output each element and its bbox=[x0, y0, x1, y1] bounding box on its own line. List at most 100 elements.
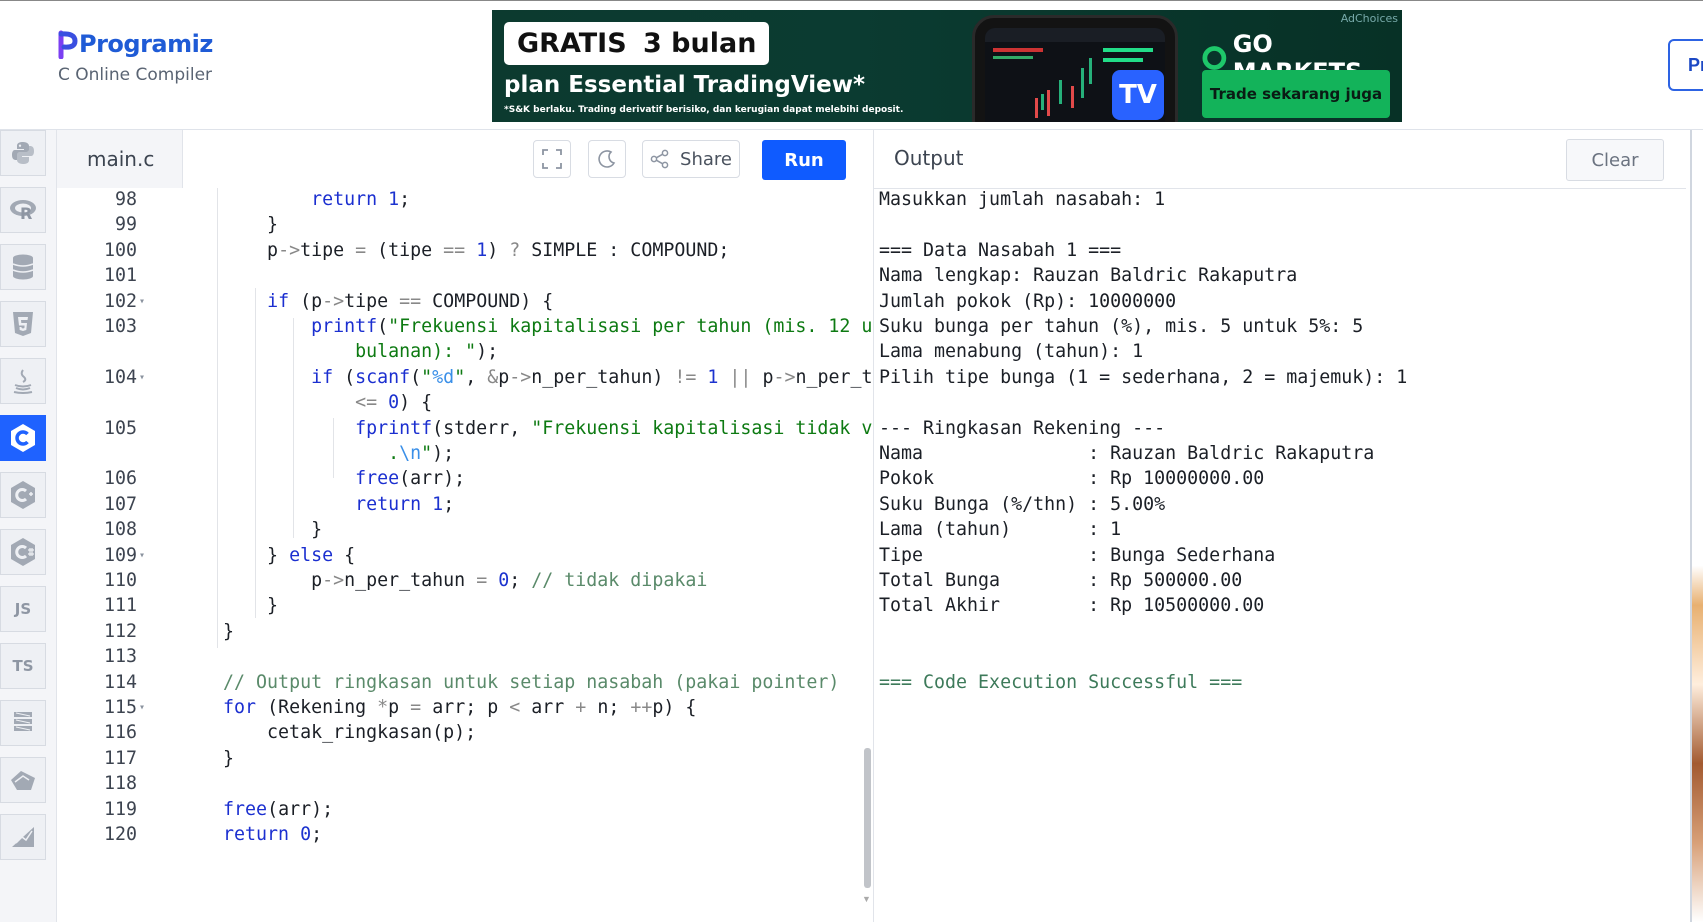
line-number: 109 bbox=[103, 544, 137, 566]
header-edge-button[interactable]: Pr bbox=[1668, 39, 1703, 91]
file-tab[interactable]: main.c bbox=[57, 130, 183, 188]
cpp-icon bbox=[11, 481, 35, 509]
code-line[interactable]: bulanan): "); bbox=[57, 338, 857, 366]
code-line[interactable]: .\n"); bbox=[57, 440, 857, 468]
fold-toggle-icon[interactable]: ▾ bbox=[139, 542, 145, 570]
code-line[interactable]: 110 p->n_per_tahun = 0; // tidak dipakai bbox=[57, 567, 857, 595]
ad-cta-button[interactable]: Trade sekarang juga bbox=[1202, 70, 1390, 118]
sidebar-item-swift[interactable] bbox=[0, 757, 46, 803]
output-line: Pilih tipe bunga (1 = sederhana, 2 = maj… bbox=[879, 366, 1408, 388]
code-line[interactable]: 114 // Output ringkasan untuk setiap nas… bbox=[57, 669, 857, 697]
output-line: === Code Execution Successful === bbox=[879, 671, 1243, 693]
ts-icon: TS bbox=[12, 657, 34, 675]
code-text: if (scanf("%d", &p->n_per_tahun) != 1 ||… bbox=[311, 366, 873, 388]
code-line[interactable]: <= 0) { bbox=[57, 389, 857, 417]
line-number: 104 bbox=[103, 366, 137, 388]
logo-mark-icon bbox=[58, 29, 78, 60]
line-number: 103 bbox=[103, 316, 137, 337]
fullscreen-button[interactable] bbox=[533, 140, 571, 178]
code-text: } bbox=[179, 214, 279, 236]
share-icon bbox=[650, 149, 669, 169]
output-line: === Data Nasabah 1 === bbox=[879, 239, 1122, 261]
logo-subtitle: C Online Compiler bbox=[58, 65, 213, 85]
line-number: 119 bbox=[103, 798, 137, 820]
code-text: cetak_ringkasan(p); bbox=[179, 722, 477, 744]
sidebar-item-java[interactable] bbox=[0, 358, 46, 404]
code-text: } bbox=[179, 519, 323, 541]
html5-icon bbox=[13, 312, 33, 336]
output-console: Masukkan jumlah nasabah: 1 === Data Nasab… bbox=[874, 188, 1686, 922]
line-number: 106 bbox=[103, 468, 137, 490]
theme-toggle-button[interactable] bbox=[588, 140, 626, 178]
code-line[interactable]: 103 printf("Frekuensi kapitalisasi per t… bbox=[57, 313, 873, 341]
code-line[interactable]: 102 ▾ if (p->tipe == COMPOUND) { bbox=[57, 288, 857, 316]
code-line[interactable]: 120 return 0; bbox=[57, 821, 857, 849]
code-line[interactable]: 107 return 1; bbox=[57, 491, 857, 519]
output-line: Total Bunga : Rp 500000.00 bbox=[879, 570, 1243, 591]
code-line[interactable]: 117 } bbox=[57, 745, 857, 773]
output-toolbar: Output Clear bbox=[874, 130, 1686, 189]
advertisement-banner[interactable]: GRATIS 3 bulan plan Essential TradingVie… bbox=[492, 10, 1402, 122]
sidebar-item-ts[interactable]: TS bbox=[0, 643, 46, 689]
fold-toggle-icon[interactable]: ▾ bbox=[139, 364, 145, 392]
code-line[interactable]: 116 cetak_ringkasan(p); bbox=[57, 719, 857, 747]
code-line[interactable]: 108 } bbox=[57, 516, 857, 544]
language-sidebar: R JS TS bbox=[0, 130, 57, 922]
code-text: return 0; bbox=[223, 824, 323, 845]
sidebar-item-python[interactable] bbox=[0, 130, 46, 176]
code-line[interactable]: 119 free(arr); bbox=[57, 796, 857, 824]
code-line[interactable]: 109 ▾ } else { bbox=[57, 542, 857, 570]
programiz-logo[interactable]: Programiz C Online Compiler bbox=[58, 29, 213, 85]
code-line[interactable]: 104 ▾ if (scanf("%d", &p->n_per_tahun) !=… bbox=[57, 364, 873, 392]
editor-scrollbar[interactable] bbox=[864, 748, 871, 888]
code-text: free(arr); bbox=[355, 468, 466, 490]
code-text: fprintf(stderr, "Frekuensi kapitalisasi … bbox=[355, 417, 873, 439]
python-icon bbox=[12, 142, 34, 164]
sidebar-item-go[interactable] bbox=[0, 700, 46, 746]
output-line: Tipe : Bunga Sederhana bbox=[879, 544, 1276, 566]
sidebar-item-csharp[interactable] bbox=[0, 529, 46, 575]
c-language-icon bbox=[11, 424, 35, 452]
fold-toggle-icon[interactable]: ▾ bbox=[139, 288, 145, 316]
sidebar-item-r[interactable]: R bbox=[0, 187, 46, 233]
run-button[interactable]: Run bbox=[762, 140, 846, 180]
code-line[interactable]: 106 free(arr); bbox=[57, 465, 857, 493]
code-line[interactable]: 118 bbox=[57, 770, 857, 798]
indent-guide bbox=[217, 188, 218, 648]
code-editor[interactable]: 98 return 1; 99 } 100 p->tipe = (tipe == 1… bbox=[57, 188, 873, 922]
code-line[interactable]: 112 } bbox=[57, 618, 857, 646]
sidebar-item-js[interactable]: JS bbox=[0, 586, 46, 632]
ad-fineprint: *S&K berlaku. Trading derivatif berisiko… bbox=[504, 105, 904, 115]
code-line[interactable]: 100 p->tipe = (tipe == 1) ? SIMPLE : COM… bbox=[57, 237, 857, 265]
share-button[interactable]: Share bbox=[642, 140, 740, 178]
code-line[interactable]: 101 bbox=[57, 262, 857, 290]
chart-icon bbox=[12, 827, 34, 847]
share-label: Share bbox=[680, 148, 732, 170]
fold-toggle-icon[interactable]: ▾ bbox=[139, 694, 145, 722]
sidebar-item-cpp[interactable] bbox=[0, 472, 46, 518]
code-text: .\n"); bbox=[179, 443, 455, 464]
code-line[interactable]: 113 bbox=[57, 643, 857, 671]
right-edge-strip bbox=[1690, 130, 1703, 922]
ad-choices-link[interactable]: AdChoices bbox=[1341, 12, 1398, 25]
clear-button[interactable]: Clear bbox=[1566, 139, 1664, 181]
svg-text:R: R bbox=[20, 204, 32, 222]
code-line[interactable]: 98 return 1; bbox=[57, 188, 857, 214]
code-line[interactable]: 99 } bbox=[57, 211, 857, 239]
line-number: 105 bbox=[103, 417, 137, 439]
code-line[interactable]: 111 } bbox=[57, 592, 857, 620]
code-text: free(arr); bbox=[223, 798, 334, 820]
editor-toolbar: main.c Share Run bbox=[57, 130, 873, 189]
code-text: printf("Frekuensi kapitalisasi per tahun… bbox=[311, 316, 873, 337]
code-line[interactable]: 115 ▾ for (Rekening *p = arr; p < arr + n… bbox=[57, 694, 857, 722]
line-number: 102 bbox=[103, 290, 137, 312]
sidebar-item-html[interactable] bbox=[0, 301, 46, 347]
code-line[interactable]: 105 fprintf(stderr, "Frekuensi kapitalis… bbox=[57, 415, 873, 443]
scroll-down-icon[interactable]: ▼ bbox=[862, 894, 871, 904]
line-number: 98 bbox=[114, 189, 137, 210]
sidebar-item-sql[interactable] bbox=[0, 244, 46, 290]
sidebar-item-c[interactable] bbox=[0, 415, 46, 461]
sidebar-item-rust[interactable] bbox=[0, 814, 46, 860]
output-line: Nama lengkap: Rauzan Baldric Rakaputra bbox=[879, 265, 1298, 287]
output-line: Suku bunga per tahun (%), mis. 5 untuk 5… bbox=[879, 316, 1364, 337]
